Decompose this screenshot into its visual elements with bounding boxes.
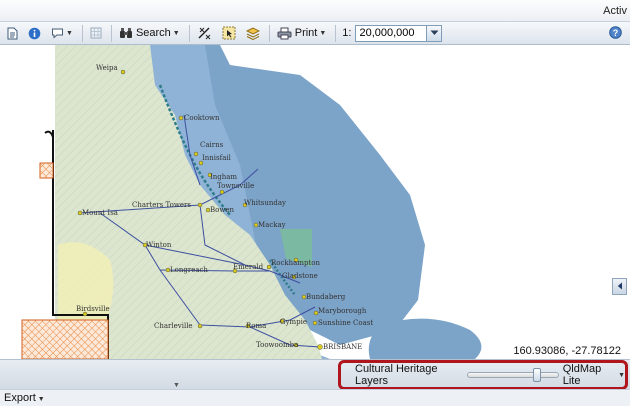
basemap-dropdown[interactable]: QldMap Lite ▼ <box>563 363 625 387</box>
svg-text:Ingham: Ingham <box>210 173 237 181</box>
svg-text:Gympie: Gympie <box>280 318 307 326</box>
svg-text:Charleville: Charleville <box>154 322 193 330</box>
svg-text:Bundaberg: Bundaberg <box>306 293 346 301</box>
svg-text:?: ? <box>613 28 619 38</box>
scale-dropdown-button[interactable] <box>427 24 443 42</box>
help-button[interactable]: ? <box>609 26 622 42</box>
svg-text:Cairns: Cairns <box>200 141 224 149</box>
chevron-down-icon: ▼ <box>618 371 625 379</box>
top-bar: Activ <box>0 0 630 22</box>
info-button[interactable] <box>24 24 45 43</box>
binoculars-icon <box>119 27 133 39</box>
scale-input[interactable] <box>355 24 428 42</box>
bottom-bar: Export ▼ <box>0 389 630 406</box>
svg-text:Weipa: Weipa <box>96 64 118 72</box>
chevron-down-icon <box>430 27 439 39</box>
measure-icon <box>197 26 212 40</box>
svg-text:Winton: Winton <box>146 241 172 249</box>
layer-label: Cultural Heritage Layers <box>355 363 438 387</box>
svg-text:Longreach: Longreach <box>170 266 208 274</box>
active-tab[interactable]: Activ <box>603 5 627 17</box>
export-label: Export <box>4 392 36 404</box>
svg-text:BRISBANE: BRISBANE <box>323 343 362 351</box>
chevron-left-icon <box>617 281 623 293</box>
svg-text:Birdsville: Birdsville <box>76 305 110 313</box>
layer-switcher-highlight: Cultural Heritage Layers QldMap Lite ▼ <box>338 360 628 390</box>
layers-icon <box>245 26 260 40</box>
svg-text:Mount Isa: Mount Isa <box>82 209 118 217</box>
svg-text:Sunshine Coast: Sunshine Coast <box>318 319 373 327</box>
svg-text:Whitsunday: Whitsunday <box>244 199 286 207</box>
map-toolbar: ▼ Search ▼ Print ▼ 1: <box>0 22 630 45</box>
chevron-down-icon: ▼ <box>66 29 73 37</box>
svg-text:Bowen: Bowen <box>210 206 234 214</box>
svg-text:Townsville: Townsville <box>217 182 254 190</box>
basemap: Weipa Cooktown Cairns Innisfail Ingham T… <box>0 45 482 359</box>
svg-text:Rockhampton: Rockhampton <box>271 259 320 267</box>
print-label: Print <box>294 27 318 39</box>
search-button[interactable]: Search ▼ <box>115 24 184 43</box>
basemap-label: QldMap Lite <box>562 363 602 387</box>
scale-combobox[interactable] <box>355 24 443 42</box>
comment-button[interactable]: ▼ <box>47 24 77 43</box>
grid-icon <box>90 27 102 39</box>
slider-thumb[interactable] <box>533 368 542 382</box>
help-icon: ? <box>609 26 622 42</box>
grid-button[interactable] <box>86 24 106 43</box>
toolbar-divider <box>268 24 270 42</box>
chevron-down-icon: ▼ <box>37 396 45 403</box>
toolbar-divider <box>188 24 190 42</box>
select-icon <box>222 26 236 40</box>
map-view[interactable]: Weipa Cooktown Cairns Innisfail Ingham T… <box>0 45 630 359</box>
expand-panel-button[interactable] <box>612 278 627 295</box>
svg-text:Mackay: Mackay <box>258 221 286 229</box>
svg-text:Gladstone: Gladstone <box>282 272 318 280</box>
measure-button[interactable] <box>193 24 216 43</box>
layers-button[interactable] <box>242 24 264 43</box>
toolbar-divider <box>335 24 337 42</box>
comment-icon <box>51 27 64 39</box>
document-button[interactable] <box>2 24 22 43</box>
svg-text:Maryborough: Maryborough <box>318 307 367 315</box>
export-button[interactable]: Export ▼ <box>4 392 45 404</box>
chevron-down-icon: ▼ <box>172 29 180 37</box>
svg-text:Roma: Roma <box>246 322 266 330</box>
svg-text:Innisfail: Innisfail <box>202 154 232 162</box>
svg-text:Cooktown: Cooktown <box>184 114 220 122</box>
print-button[interactable]: Print ▼ <box>273 24 331 43</box>
svg-text:Emerald: Emerald <box>233 263 264 271</box>
search-label: Search <box>135 27 171 39</box>
status-bar: ▼ Cultural Heritage Layers QldMap Lite ▼ <box>0 359 630 390</box>
toolbar-divider <box>110 24 112 42</box>
collapse-down-icon[interactable]: ▼ <box>173 382 180 389</box>
svg-text:Toowoomba: Toowoomba <box>256 341 298 349</box>
info-icon <box>28 27 41 40</box>
select-button[interactable] <box>218 24 240 43</box>
layer-opacity-slider[interactable] <box>467 368 559 382</box>
scale-prefix: 1: <box>342 27 352 39</box>
chevron-down-icon: ▼ <box>319 29 327 37</box>
document-icon <box>6 27 18 40</box>
toolbar-divider <box>81 24 83 42</box>
coordinate-readout: 160.93086, -27.78122 <box>513 345 621 357</box>
printer-icon <box>277 27 292 40</box>
svg-text:Charters Towers: Charters Towers <box>132 201 191 209</box>
